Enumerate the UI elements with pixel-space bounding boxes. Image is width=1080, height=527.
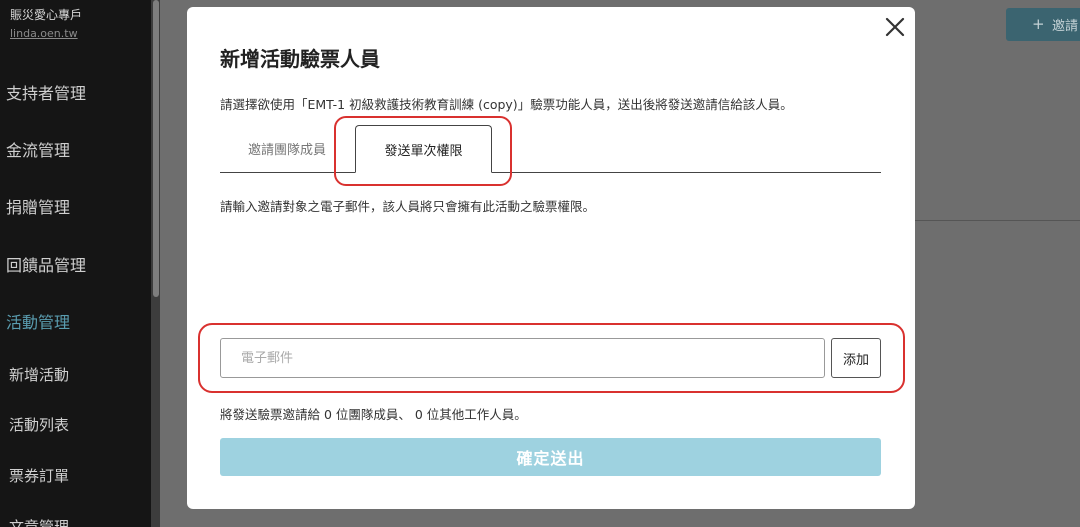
nav-sub-event-list[interactable]: 活動列表 xyxy=(9,414,69,435)
main-divider xyxy=(912,220,1080,221)
brand: 賑災愛心專戶 linda.oen.tw xyxy=(10,6,82,40)
sidebar-scrollbar-thumb[interactable] xyxy=(153,0,159,297)
nav-sub-new-event[interactable]: 新增活動 xyxy=(9,364,69,385)
invite-summary: 將發送驗票邀請給 0 位團隊成員、 0 位其他工作人員。 xyxy=(220,407,527,422)
nav-item-payments[interactable]: 金流管理 xyxy=(6,137,70,161)
plus-icon: + xyxy=(1032,15,1045,33)
add-ticket-checker-modal: 新增活動驗票人員 請選擇欲使用「EMT-1 初級救護技術教育訓練 (copy)」… xyxy=(187,7,915,509)
invite-button-label: 邀請 xyxy=(1052,19,1079,34)
close-icon[interactable] xyxy=(883,15,907,39)
modal-description: 請選擇欲使用「EMT-1 初級救護技術教育訓練 (copy)」驗票功能人員，送出… xyxy=(220,97,793,112)
nav-item-rewards[interactable]: 回饋品管理 xyxy=(6,252,86,276)
brand-url[interactable]: linda.oen.tw xyxy=(10,27,82,40)
add-button[interactable]: 添加 xyxy=(831,338,881,378)
nav-item-events[interactable]: 活動管理 xyxy=(6,309,70,333)
submit-button[interactable]: 確定送出 xyxy=(220,438,881,476)
tabs-divider xyxy=(220,172,881,173)
sidebar: 賑災愛心專戶 linda.oen.tw 支持者管理 金流管理 捐贈管理 回饋品管… xyxy=(0,0,151,527)
nav-item-donations[interactable]: 捐贈管理 xyxy=(6,194,70,218)
nav-sub-ticket-orders[interactable]: 票券訂單 xyxy=(9,465,69,486)
tab-description: 請輸入邀請對象之電子郵件，該人員將只會擁有此活動之驗票權限。 xyxy=(220,199,596,214)
nav-sub-articles[interactable]: 文章管理 xyxy=(9,516,69,527)
modal-title: 新增活動驗票人員 xyxy=(220,47,380,71)
tab-single-permission-label: 發送單次權限 xyxy=(384,143,463,159)
tab-single-permission[interactable]: 發送單次權限 xyxy=(355,125,492,173)
nav-item-supporters[interactable]: 支持者管理 xyxy=(6,80,86,104)
tab-invite-team-members[interactable]: 邀請團隊成員 xyxy=(227,139,347,158)
email-input[interactable] xyxy=(220,338,825,378)
invite-button[interactable]: + 邀請 xyxy=(1006,8,1080,41)
brand-name: 賑災愛心專戶 xyxy=(10,8,83,22)
